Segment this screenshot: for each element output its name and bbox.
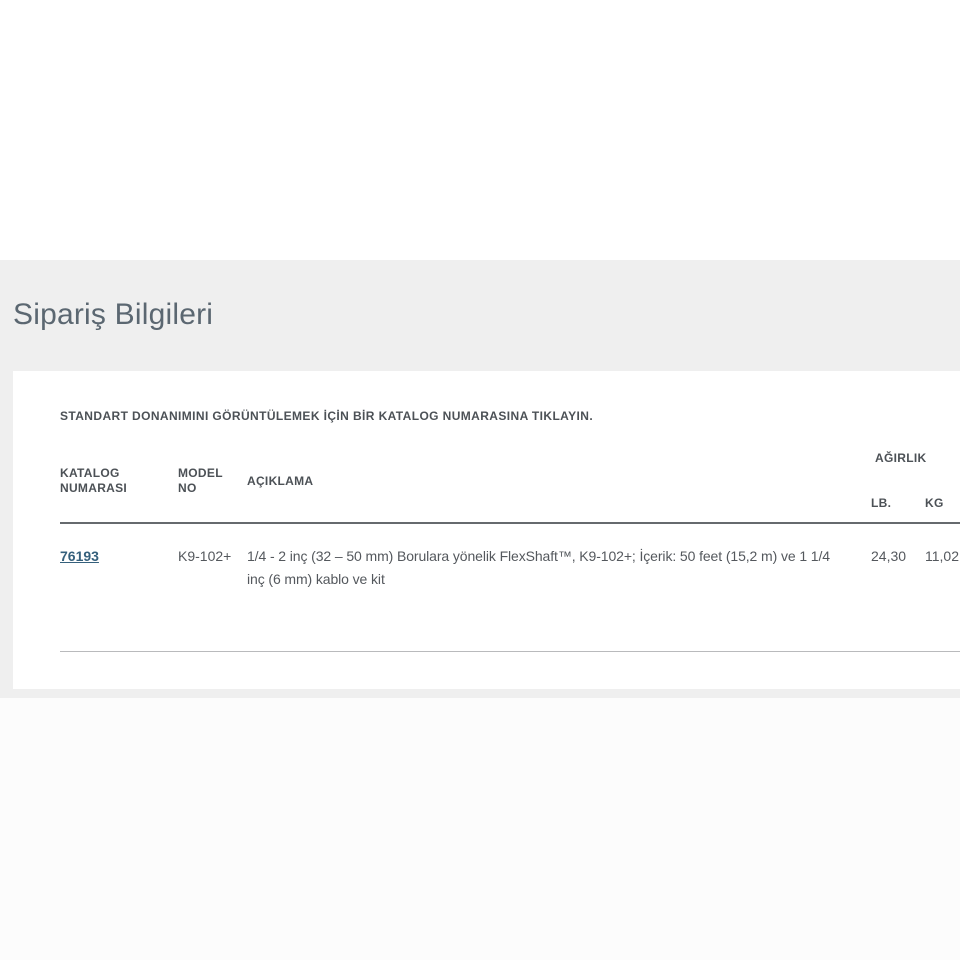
- column-header-lb: LB.: [871, 496, 925, 511]
- table-header-row: KATALOG NUMARASI MODEL NO AÇIKLAMA AĞIRL…: [60, 451, 960, 524]
- column-header-model-no: MODEL NO: [178, 466, 230, 496]
- weight-lb-cell: 24,30: [871, 545, 925, 568]
- column-group-weight: AĞIRLIK LB. KG: [871, 451, 960, 511]
- column-header-catalog-number: KATALOG NUMARASI: [60, 466, 145, 496]
- table-row: 76193 K9-102+ 1/4 - 2 inç (32 – 50 mm) B…: [60, 524, 960, 652]
- column-header-weight: AĞIRLIK: [871, 451, 960, 465]
- page-top-whitespace: [0, 0, 960, 260]
- description-cell: 1/4 - 2 inç (32 – 50 mm) Borulara yöneli…: [247, 545, 871, 591]
- catalog-number-cell: 76193: [60, 545, 178, 568]
- order-info-section: Sipariş Bilgileri STANDART DONANIMINI GÖ…: [0, 260, 960, 698]
- weight-kg-cell: 11,02: [925, 545, 960, 568]
- catalog-number-link[interactable]: 76193: [60, 548, 99, 564]
- model-no-cell: K9-102+: [178, 545, 247, 568]
- column-header-kg: KG: [925, 496, 960, 511]
- column-header-description: AÇIKLAMA: [247, 474, 871, 489]
- table-instruction: STANDART DONANIMINI GÖRÜNTÜLEMEK İÇİN Bİ…: [60, 409, 960, 423]
- order-table-card: STANDART DONANIMINI GÖRÜNTÜLEMEK İÇİN Bİ…: [13, 371, 960, 689]
- page-title: Sipariş Bilgileri: [13, 298, 213, 332]
